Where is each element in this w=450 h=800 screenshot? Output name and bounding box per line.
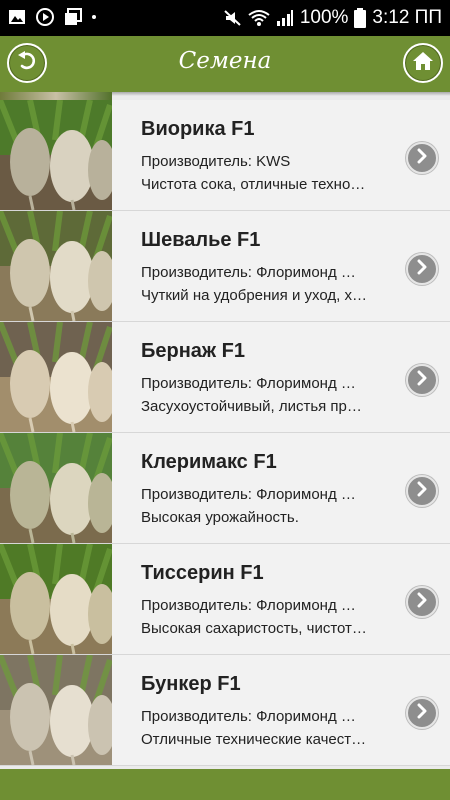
page-title: Семена bbox=[178, 48, 272, 74]
chevron-right-icon bbox=[414, 703, 430, 724]
seed-description: Засухоустойчивый, листья пр… bbox=[141, 398, 362, 415]
chevron-right-icon bbox=[414, 481, 430, 502]
chevron-right-icon bbox=[414, 370, 430, 391]
image-icon bbox=[8, 8, 26, 26]
bottom-bar bbox=[0, 769, 450, 800]
home-button[interactable] bbox=[403, 43, 443, 83]
seed-list-item[interactable]: Бункер F1 Производитель: Флоримонд … Отлич… bbox=[0, 655, 450, 766]
seed-name: Бункер F1 bbox=[141, 673, 241, 695]
seed-photo bbox=[0, 433, 112, 543]
seed-name: Шевалье F1 bbox=[141, 229, 261, 251]
seed-list-item[interactable]: Тиссерин F1 Производитель: Флоримонд … Выс… bbox=[0, 544, 450, 655]
seed-photo bbox=[0, 322, 112, 432]
open-details-button[interactable] bbox=[406, 475, 438, 507]
signal-icon bbox=[276, 9, 294, 27]
previous-item-thumbnail-edge bbox=[0, 92, 112, 100]
home-icon bbox=[412, 50, 434, 77]
seed-producer: Производитель: Флоримонд … bbox=[141, 375, 356, 392]
status-bar: 100% 3:12 ПП bbox=[0, 0, 450, 36]
seed-name: Виорика F1 bbox=[141, 118, 255, 140]
seed-producer: Производитель: KWS bbox=[141, 153, 291, 170]
battery-icon bbox=[354, 8, 367, 28]
seed-description: Отличные технические качест… bbox=[141, 731, 367, 748]
seed-list[interactable]: Виорика F1 Производитель: KWS Чистота сока… bbox=[0, 92, 450, 769]
seed-name: Бернаж F1 bbox=[141, 340, 245, 362]
seed-list-item[interactable]: Клеримакс F1 Производитель: Флоримонд … Вы… bbox=[0, 433, 450, 544]
seed-photo bbox=[0, 655, 112, 765]
app-bar: Семена bbox=[0, 36, 450, 96]
seed-producer: Производитель: Флоримонд … bbox=[141, 708, 356, 725]
seed-description: Высокая сахаристость, чистот… bbox=[141, 620, 367, 637]
play-circle-icon bbox=[36, 8, 54, 26]
seed-name: Клеримакс F1 bbox=[141, 451, 277, 473]
open-details-button[interactable] bbox=[406, 586, 438, 618]
seed-description: Чуткий на удобрения и уход, х… bbox=[141, 287, 367, 304]
seed-description: Чистота сока, отличные техно… bbox=[141, 176, 366, 193]
seed-photo bbox=[0, 100, 112, 210]
seed-list-item[interactable]: Шевалье F1 Производитель: Флоримонд … Чутк… bbox=[0, 211, 450, 322]
seed-list-item[interactable]: Бернаж F1 Производитель: Флоримонд … Засух… bbox=[0, 322, 450, 433]
battery-level: 100% bbox=[299, 7, 349, 28]
mute-icon bbox=[224, 9, 242, 27]
seed-name: Тиссерин F1 bbox=[141, 562, 264, 584]
seed-rows: Виорика F1 Производитель: KWS Чистота сока… bbox=[0, 100, 450, 766]
seed-list-item[interactable]: Виорика F1 Производитель: KWS Чистота сока… bbox=[0, 100, 450, 211]
clock: 3:12 ПП bbox=[372, 7, 442, 28]
open-details-button[interactable] bbox=[406, 697, 438, 729]
seed-photo bbox=[0, 544, 112, 654]
stack-icon bbox=[64, 8, 82, 26]
chevron-right-icon bbox=[414, 259, 430, 280]
chevron-right-icon bbox=[414, 148, 430, 169]
seed-photo bbox=[0, 211, 112, 321]
open-details-button[interactable] bbox=[406, 142, 438, 174]
wifi-icon bbox=[248, 9, 270, 27]
chevron-right-icon bbox=[414, 592, 430, 613]
dot-icon bbox=[92, 15, 96, 19]
seed-producer: Производитель: Флоримонд … bbox=[141, 264, 356, 281]
open-details-button[interactable] bbox=[406, 364, 438, 396]
seed-description: Высокая урожайность. bbox=[141, 509, 299, 526]
open-details-button[interactable] bbox=[406, 253, 438, 285]
seed-producer: Производитель: Флоримонд … bbox=[141, 597, 356, 614]
seed-producer: Производитель: Флоримонд … bbox=[141, 486, 356, 503]
